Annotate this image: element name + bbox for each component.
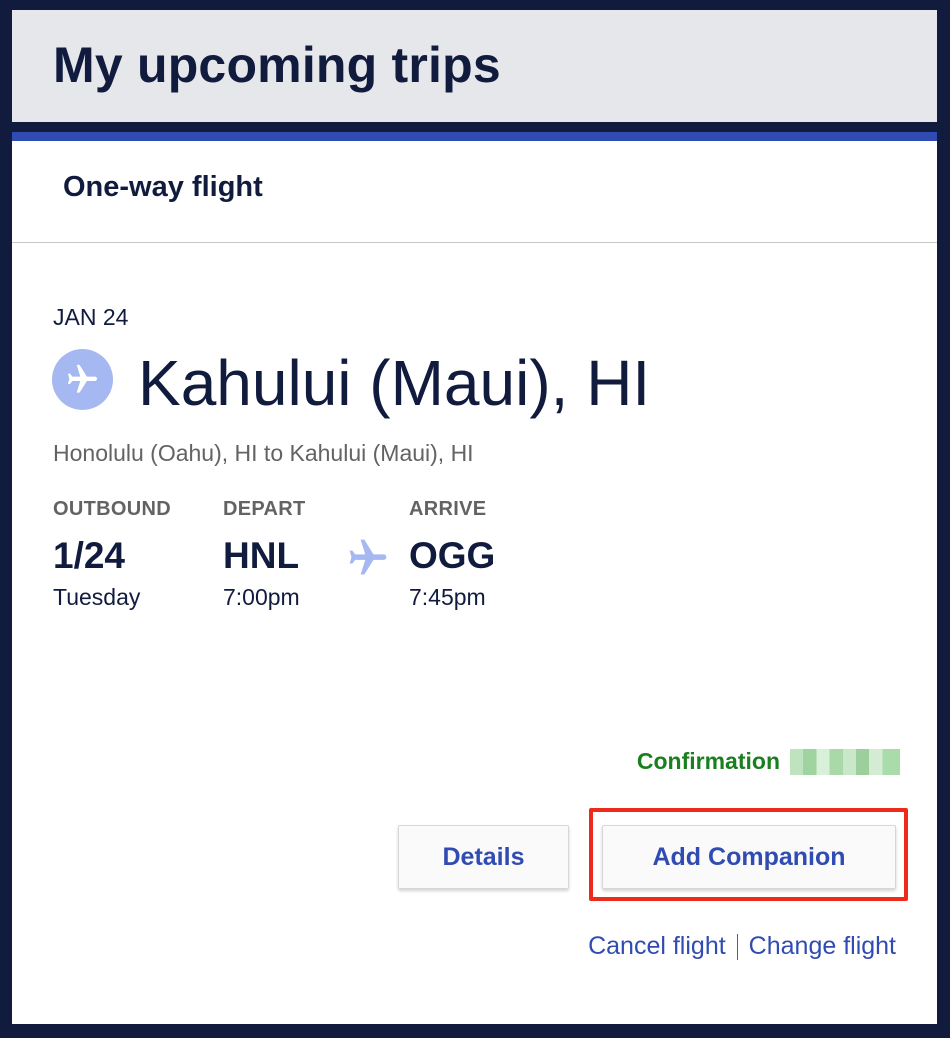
arrive-airport-code: OGG [409,535,496,576]
airplane-icon [52,349,113,410]
page-title: My upcoming trips [53,37,501,93]
trips-panel: My upcoming trips One-way flight JAN 24 … [12,10,937,1024]
cancel-flight-link[interactable]: Cancel flight [588,932,726,961]
confirmation-number-redacted [790,748,900,775]
airplane-icon [346,536,390,585]
trip-date: JAN 24 [53,304,129,330]
outbound-date: 1/24 [53,535,126,576]
brand-stripe [12,132,937,141]
depart-airport-code: HNL [223,535,300,576]
outbound-label: OUTBOUND [53,498,171,520]
arrive-time: 7:45pm [409,584,486,610]
highlight-box [589,808,908,901]
page-header: My upcoming trips [12,10,937,122]
outbound-day: Tuesday [53,584,141,610]
header-divider [12,122,937,132]
route-description: Honolulu (Oahu), HI to Kahului (Maui), H… [53,440,474,466]
confirmation-label: Confirmation [636,748,780,774]
destination-city: Kahului (Maui), HI [138,347,651,419]
arrive-label: ARRIVE [409,498,487,520]
trip-links: Cancel flight Change flight [588,932,896,961]
depart-time: 7:00pm [223,584,300,610]
depart-label: DEPART [223,498,306,520]
details-button[interactable]: Details [398,825,569,889]
change-flight-link[interactable]: Change flight [749,932,896,961]
trip-type-label: One-way flight [63,171,263,203]
confirmation-row: Confirmation [637,748,900,775]
link-separator [736,933,738,960]
section-divider [12,242,937,243]
